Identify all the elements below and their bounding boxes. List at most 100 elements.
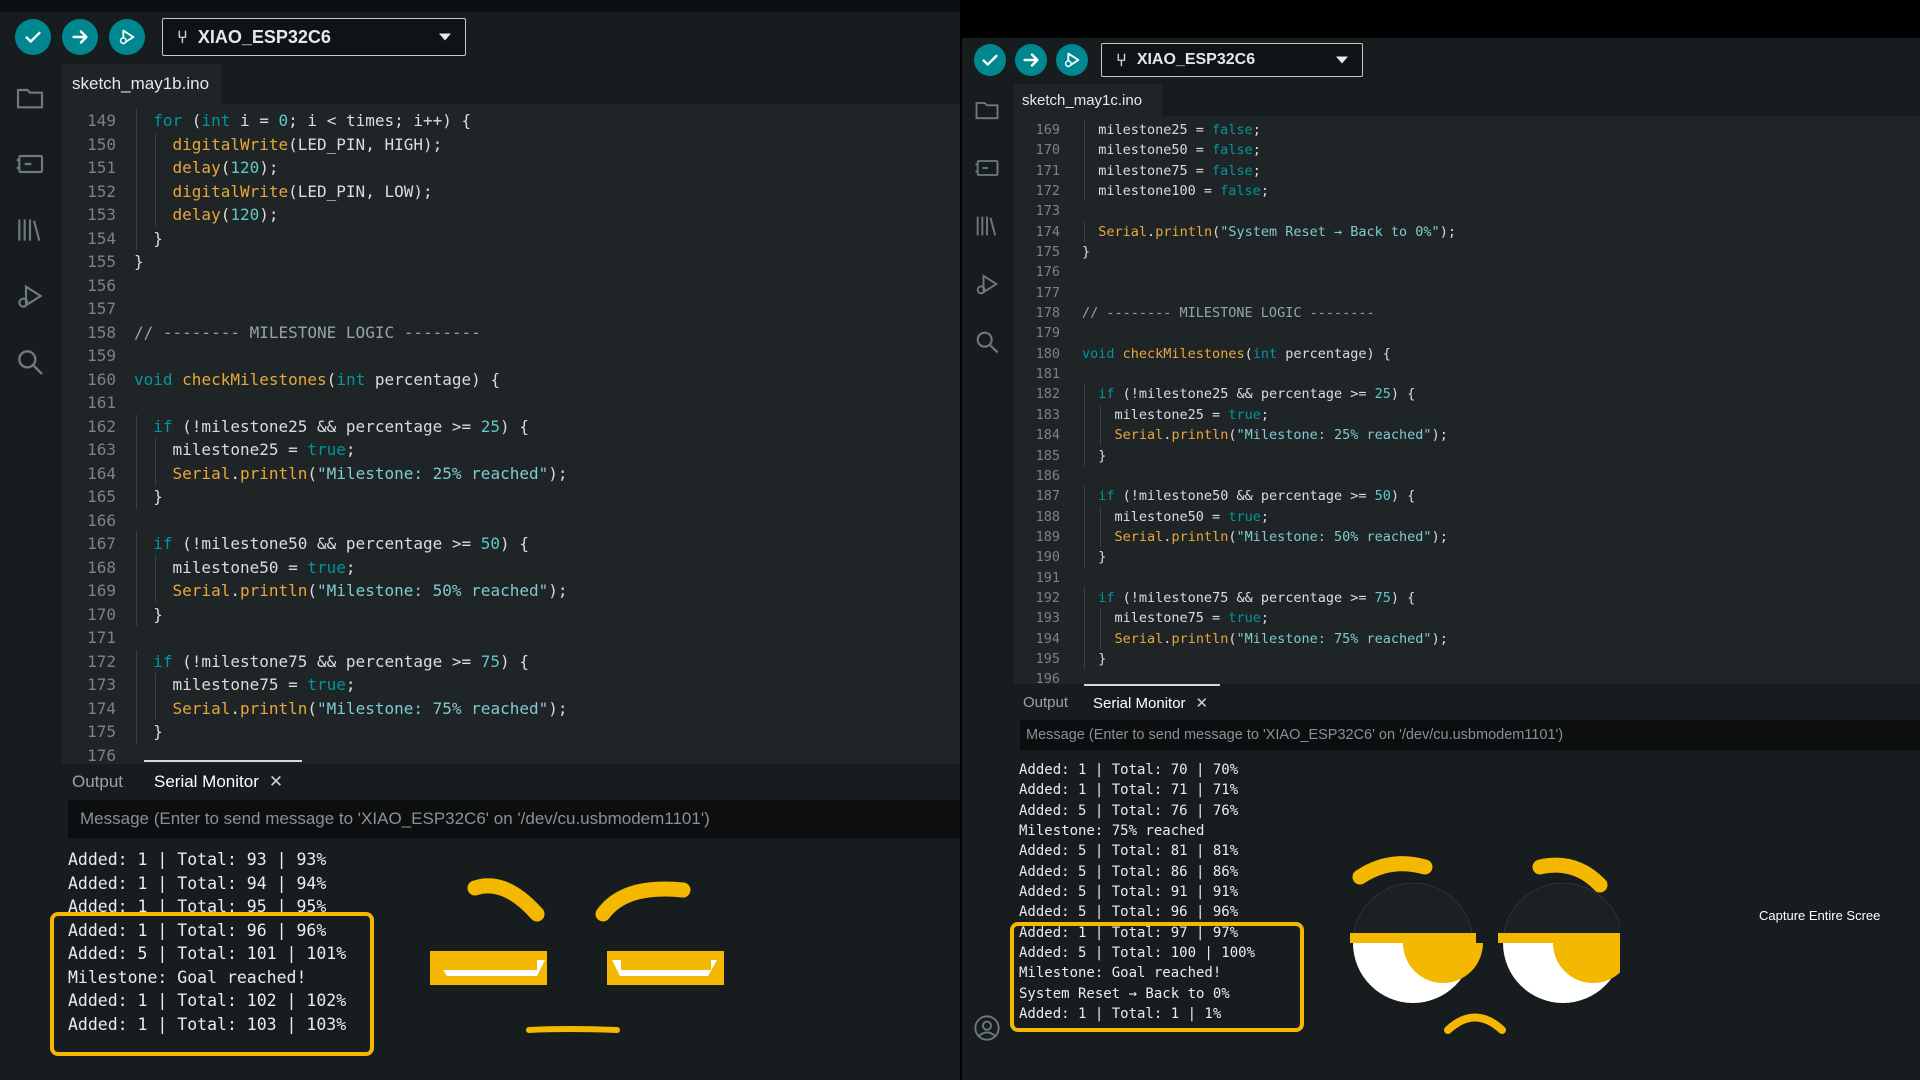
upload-icon <box>72 30 88 44</box>
code-editor[interactable]: sketch_may1c.ino 169 milestone25 = false… <box>1014 84 1920 684</box>
line-number: 181 <box>1035 366 1060 383</box>
indent-guide <box>1084 587 1085 609</box>
board-selector[interactable]: ⑂ XIAO_ESP32C6 <box>1101 43 1363 77</box>
code-line: 174 Serial.println("System Reset → Back … <box>1014 221 1920 243</box>
message-input[interactable]: Message (Enter to send message to 'XIAO_… <box>68 800 960 838</box>
library-icon[interactable] <box>14 214 46 246</box>
code-line: 183 milestone25 = true; <box>1014 404 1920 426</box>
code-line: 170 milestone50 = false; <box>1014 140 1920 161</box>
indent-guide <box>136 579 137 603</box>
board-name: XIAO_ESP32C6 <box>197 26 331 47</box>
tab-output[interactable]: Output <box>1023 694 1068 711</box>
code-text: milestone50 = true; <box>134 557 356 577</box>
close-icon[interactable]: ✕ <box>269 772 283 791</box>
indent-guide <box>136 532 137 556</box>
chevron-down-icon <box>439 33 451 41</box>
message-input[interactable]: Message (Enter to send message to 'XIAO_… <box>1020 720 1920 750</box>
folder-icon[interactable] <box>973 96 1001 124</box>
line-number: 192 <box>1035 589 1060 606</box>
code-line: 153 delay(120); <box>62 203 960 227</box>
indent-guide <box>1100 425 1102 446</box>
editor-tabbar: sketch_may1c.ino <box>1014 84 1920 116</box>
line-number: 162 <box>87 416 116 436</box>
code-line: 187 if (!milestone50 && percentage >= 50… <box>1014 486 1920 507</box>
indent-guide <box>136 203 137 227</box>
board-selector[interactable]: ⑂ XIAO_ESP32C6 <box>162 18 466 56</box>
indent-guide <box>136 109 137 133</box>
code-text: milestone100 = false; <box>1082 183 1269 200</box>
usb-icon: ⑂ <box>177 26 188 47</box>
code-text: milestone50 = true; <box>1082 508 1269 525</box>
line-number: 165 <box>87 487 116 506</box>
indent-guide <box>155 132 157 156</box>
code-line: 175} <box>1014 242 1920 262</box>
indent-guide <box>1100 404 1102 426</box>
tab-serial-monitor[interactable]: Serial Monitor ✕ <box>154 772 283 792</box>
code-text: } <box>134 604 163 624</box>
indent-guide <box>136 438 137 462</box>
code-line: 173 milestone75 = true; <box>62 673 960 697</box>
debug-sidebar-icon[interactable] <box>973 270 1001 298</box>
indent-guide <box>136 132 137 156</box>
code-line: 163 milestone25 = true; <box>62 438 960 462</box>
code-text: milestone25 = true; <box>134 440 356 459</box>
search-icon[interactable] <box>973 328 1001 356</box>
line-number: 152 <box>87 181 116 201</box>
line-number: 171 <box>87 628 116 647</box>
debug-sidebar-icon[interactable] <box>14 280 46 312</box>
tab-serial-monitor-label: Serial Monitor <box>1093 695 1186 712</box>
code-line: 167 if (!milestone50 && percentage >= 50… <box>62 532 960 556</box>
line-number: 174 <box>87 698 116 718</box>
library-icon[interactable] <box>973 212 1001 240</box>
code-line: 191 <box>1014 568 1920 588</box>
indent-guide <box>136 720 137 744</box>
line-number: 175 <box>1035 244 1060 261</box>
line-number: 194 <box>1035 630 1060 647</box>
indent-guide <box>136 226 137 250</box>
code-line: 177 <box>1014 283 1920 303</box>
verify-button[interactable] <box>15 19 51 55</box>
search-icon[interactable] <box>14 346 46 378</box>
indent-guide <box>1100 506 1102 527</box>
code-text: for (int i = 0; i < times; i++) { <box>153 111 472 130</box>
profile-icon[interactable] <box>973 1014 1001 1042</box>
file-tab[interactable]: sketch_may1b.ino <box>62 64 222 104</box>
tab-serial-monitor[interactable]: Serial Monitor ✕ <box>1093 694 1208 712</box>
serial-line: Added: 1 | Total: 71 | 71% <box>1019 782 1239 799</box>
tab-output[interactable]: Output <box>72 772 123 792</box>
window-top-strip <box>0 0 960 12</box>
file-tab[interactable]: sketch_may1c.ino <box>1014 84 1162 116</box>
board-manager-icon[interactable] <box>14 148 46 180</box>
upload-button[interactable] <box>62 19 98 55</box>
indent-guide <box>136 179 137 203</box>
debug-button[interactable] <box>109 19 145 55</box>
indent-guide <box>155 696 157 720</box>
code-line: 168 milestone50 = true; <box>62 555 960 579</box>
close-icon[interactable]: ✕ <box>1196 695 1209 712</box>
code-text: milestone75 = false; <box>1082 162 1261 179</box>
debug-icon <box>1064 52 1080 68</box>
line-number: 149 <box>87 111 116 130</box>
line-number: 174 <box>1035 223 1060 240</box>
line-number: 156 <box>87 275 116 295</box>
line-number: 180 <box>1035 345 1060 362</box>
serial-line: Milestone: 75% reached <box>1019 823 1205 840</box>
code-text: } <box>1082 549 1107 566</box>
upload-button[interactable] <box>1015 44 1047 76</box>
code-editor[interactable]: sketch_may1b.ino 149 for (int i = 0; i <… <box>62 64 960 764</box>
code-line: 171 milestone75 = false; <box>1014 160 1920 182</box>
code-line: 192 if (!milestone75 && percentage >= 75… <box>1014 587 1920 609</box>
verify-button[interactable] <box>974 44 1006 76</box>
folder-icon[interactable] <box>14 82 46 114</box>
line-number: 183 <box>1035 406 1060 423</box>
code-text: } <box>134 722 163 741</box>
code-line: 182 if (!milestone25 && percentage >= 25… <box>1014 384 1920 405</box>
code-line: 196 <box>1014 669 1920 684</box>
code-line: 151 delay(120); <box>62 156 960 180</box>
tab-output-label: Output <box>72 772 124 791</box>
indent-guide <box>136 156 137 180</box>
indent-guide <box>155 179 157 203</box>
board-manager-icon[interactable] <box>973 154 1001 182</box>
debug-button[interactable] <box>1056 44 1088 76</box>
line-number: 175 <box>87 722 116 741</box>
